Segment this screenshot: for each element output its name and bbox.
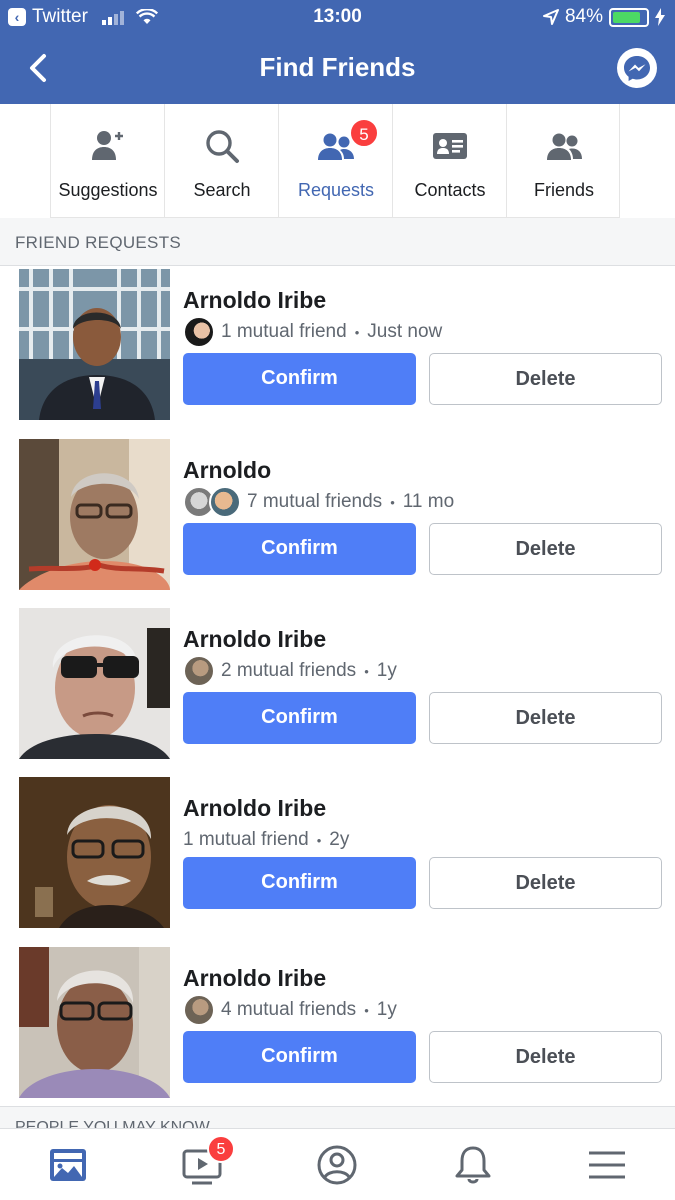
request-time: 1y	[376, 660, 397, 681]
mutual-friends-count[interactable]: 7 mutual friends	[247, 491, 382, 513]
requester-name[interactable]: Arnoldo Iribe	[183, 287, 326, 314]
tab-label: Friends	[533, 180, 595, 200]
tab-suggestions[interactable]: Suggestions	[50, 104, 164, 218]
mutual-friends-count[interactable]: 2 mutual friends	[221, 660, 356, 682]
separator-dot: •	[316, 832, 322, 848]
requester-name[interactable]: Arnoldo Iribe	[183, 965, 326, 992]
profile-photo[interactable]	[19, 269, 170, 420]
tab-search[interactable]: Search	[164, 104, 278, 218]
request-time: 2y	[329, 829, 350, 850]
mutual-friend-avatar	[183, 994, 215, 1026]
app-header: ‹ Twitter 13:00 84% Find Friends	[0, 0, 675, 104]
friend-requests-header: FRIEND REQUESTS	[0, 218, 675, 266]
confirm-button[interactable]: Confirm	[183, 692, 416, 744]
tab-label: Suggestions	[58, 180, 158, 200]
news-feed-icon[interactable]	[46, 1143, 90, 1187]
request-time: Just now	[367, 321, 443, 342]
location-icon	[542, 9, 559, 25]
requester-name[interactable]: Arnoldo Iribe	[183, 795, 326, 822]
requester-name[interactable]: Arnoldo Iribe	[183, 626, 326, 653]
confirm-button[interactable]: Confirm	[183, 523, 416, 575]
tab-label: Contacts	[414, 180, 486, 200]
separator-dot: •	[364, 1002, 369, 1018]
friend-request-item: Arnoldo Iribe 1 mutual friend • 2y Confi…	[0, 777, 675, 947]
mutual-friends-count[interactable]: 1 mutual friend	[221, 321, 347, 343]
delete-button[interactable]: Delete	[429, 692, 662, 744]
friend-request-item: Arnoldo Iribe 4 mutual friends • 1y Conf…	[0, 947, 675, 1117]
separator-dot: •	[390, 494, 395, 510]
request-meta: 2 mutual friends • 1y	[183, 654, 397, 688]
profile-photo[interactable]	[19, 777, 170, 928]
delete-button[interactable]: Delete	[429, 857, 662, 909]
request-meta: 7 mutual friends • 11 mo	[183, 485, 454, 519]
separator-dot: •	[364, 663, 369, 679]
tab-friends[interactable]: Friends	[506, 104, 620, 218]
request-meta: 1 mutual friend • Just now	[183, 315, 442, 349]
friend-request-item: Arnoldo Iribe 1 mutual friend • Just now…	[0, 269, 675, 439]
mutual-friends-count[interactable]: 1 mutual friend	[183, 829, 309, 851]
video-badge: 5	[207, 1135, 235, 1163]
add-person-icon	[92, 131, 123, 160]
mutual-friend-avatar	[209, 486, 241, 518]
confirm-button[interactable]: Confirm	[183, 1031, 416, 1083]
confirm-button[interactable]: Confirm	[183, 857, 416, 909]
request-time: 1y	[376, 999, 397, 1020]
separator-dot: •	[354, 324, 360, 340]
messenger-icon	[624, 56, 650, 81]
tab-label: Search	[193, 180, 251, 200]
mutual-friends-count[interactable]: 4 mutual friends	[221, 999, 356, 1021]
delete-button[interactable]: Delete	[429, 353, 662, 405]
bottom-tab-bar: 5	[0, 1128, 675, 1200]
profile-icon[interactable]	[315, 1143, 359, 1187]
request-time: 11 mo	[402, 491, 455, 512]
battery-percent: 84%	[564, 6, 603, 27]
mutual-friend-avatar	[183, 316, 215, 348]
tab-contacts[interactable]: Contacts	[392, 104, 506, 218]
requester-name[interactable]: Arnoldo	[183, 457, 271, 484]
request-meta: 4 mutual friends • 1y	[183, 993, 397, 1027]
requests-badge: 5	[349, 118, 379, 148]
charging-icon	[655, 8, 665, 26]
profile-photo[interactable]	[19, 608, 170, 759]
tab-label: Requests	[297, 180, 375, 200]
friend-request-item: Arnoldo Iribe 2 mutual friends • 1y Conf…	[0, 608, 675, 778]
friend-request-item: Arnoldo 7 mutual friends • 11 mo Confirm…	[0, 439, 675, 609]
messenger-button[interactable]	[617, 48, 657, 88]
delete-button[interactable]: Delete	[429, 1031, 662, 1083]
confirm-button[interactable]: Confirm	[183, 353, 416, 405]
find-friends-tabs: Suggestions Search 5 Requests Contacts F…	[50, 104, 620, 218]
profile-photo[interactable]	[19, 439, 170, 590]
friends-icon	[547, 133, 582, 160]
request-meta: 1 mutual friend • 2y	[183, 823, 349, 857]
page-title: Find Friends	[259, 52, 416, 82]
search-icon	[206, 130, 239, 163]
tab-requests[interactable]: 5 Requests	[278, 104, 392, 218]
battery-icon	[609, 7, 649, 27]
status-bar: ‹ Twitter 13:00 84%	[0, 0, 675, 34]
menu-icon[interactable]	[585, 1143, 629, 1187]
profile-photo[interactable]	[19, 947, 170, 1098]
delete-button[interactable]: Delete	[429, 523, 662, 575]
contact-card-icon	[433, 133, 467, 159]
notifications-bell-icon[interactable]	[451, 1143, 495, 1187]
mutual-friend-avatar	[183, 655, 215, 687]
